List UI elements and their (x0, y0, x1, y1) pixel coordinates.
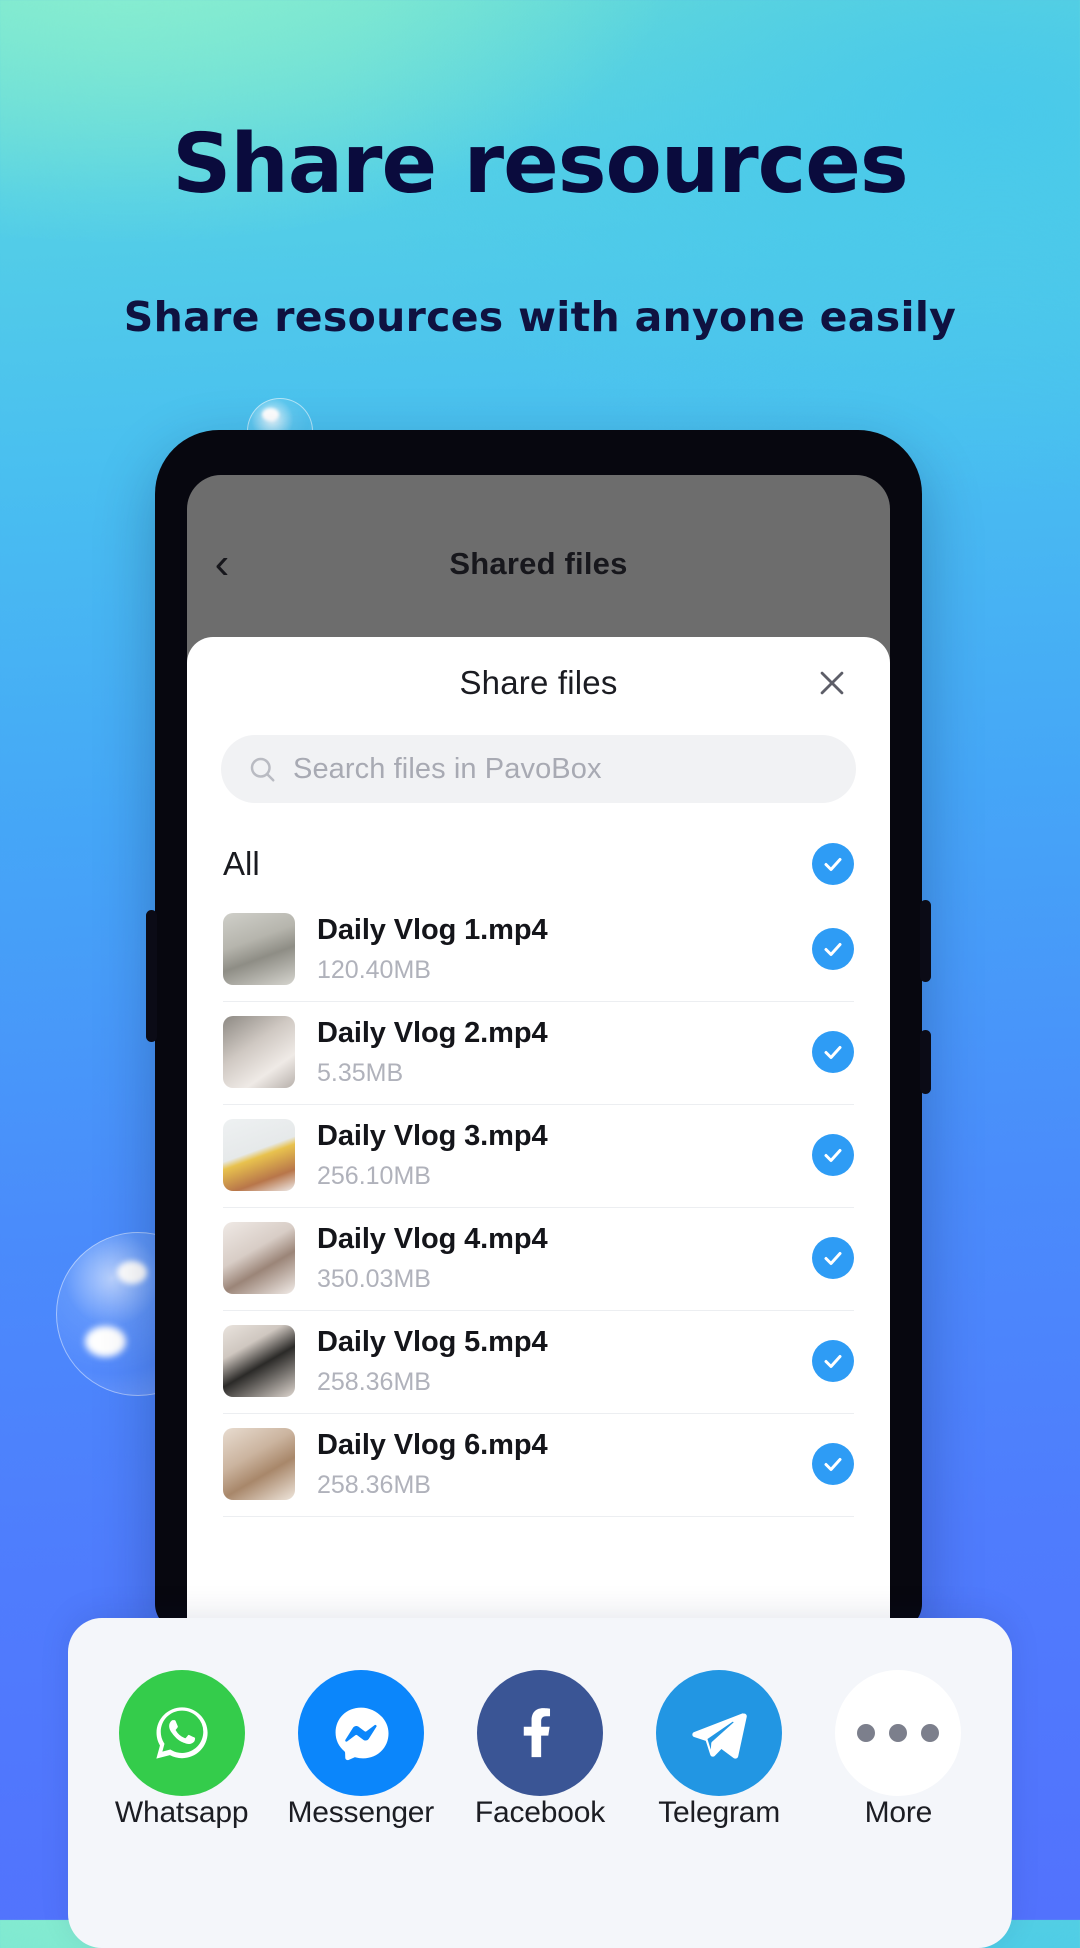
share-files-sheet: Share files Search files in PavoBox All (187, 637, 890, 1630)
file-size: 256.10MB (317, 1161, 431, 1190)
check-circle-icon[interactable] (812, 928, 854, 970)
file-size: 350.03MB (317, 1264, 431, 1293)
search-placeholder: Search files in PavoBox (293, 752, 602, 785)
more-dots-icon (857, 1724, 940, 1742)
search-icon (247, 754, 277, 784)
phone-secondary-button (920, 1030, 931, 1094)
file-row[interactable]: Daily Vlog 3.mp4 256.10MB (223, 1105, 854, 1208)
file-name: Daily Vlog 1.mp4 (317, 913, 548, 946)
file-name: Daily Vlog 5.mp4 (317, 1325, 548, 1358)
file-meta: Daily Vlog 2.mp4 5.35MB (317, 1017, 790, 1088)
file-meta: Daily Vlog 5.mp4 258.36MB (317, 1326, 790, 1397)
phone-screen: ‹ Shared files Share files Search files … (187, 475, 890, 1630)
app-bar: ‹ Shared files (187, 525, 890, 603)
check-circle-icon[interactable] (812, 1134, 854, 1176)
facebook-icon[interactable] (476, 1670, 603, 1796)
app-bar-title: Shared files (449, 546, 628, 581)
file-row[interactable]: Daily Vlog 4.mp4 350.03MB (223, 1208, 854, 1311)
file-row[interactable]: Daily Vlog 6.mp4 258.36MB (223, 1414, 854, 1517)
file-meta: Daily Vlog 6.mp4 258.36MB (317, 1429, 790, 1500)
more-dots-icon[interactable] (835, 1670, 962, 1796)
check-circle-icon[interactable] (812, 1031, 854, 1073)
share-tray: Whatsapp Messenger Facebook Telegram More (68, 1618, 1012, 1948)
file-list: Daily Vlog 1.mp4 120.40MB Daily Vlog 2.mp4… (223, 899, 854, 1517)
close-icon[interactable] (810, 661, 854, 705)
share-target-label: Facebook (474, 1796, 606, 1829)
share-target-more[interactable]: More (818, 1670, 978, 1830)
file-row[interactable]: Daily Vlog 1.mp4 120.40MB (223, 899, 854, 1002)
share-target-facebook[interactable]: Facebook (460, 1670, 620, 1830)
share-target-label: Messenger (287, 1796, 435, 1829)
telegram-icon[interactable] (656, 1670, 783, 1796)
check-circle-icon[interactable] (812, 843, 854, 885)
file-thumbnail (223, 1016, 295, 1088)
file-name: Daily Vlog 2.mp4 (317, 1016, 548, 1049)
check-circle-icon[interactable] (812, 1340, 854, 1382)
file-name: Daily Vlog 6.mp4 (317, 1428, 548, 1461)
file-thumbnail (223, 913, 295, 985)
share-target-label: Telegram (658, 1796, 781, 1829)
search-input[interactable]: Search files in PavoBox (221, 735, 856, 803)
file-name: Daily Vlog 3.mp4 (317, 1119, 548, 1152)
share-target-telegram[interactable]: Telegram (639, 1670, 799, 1830)
file-thumbnail (223, 1119, 295, 1191)
file-size: 120.40MB (317, 955, 431, 984)
share-target-label: More (864, 1796, 933, 1829)
page-title: Share resources (172, 117, 908, 212)
page-subtitle: Share resources with anyone easily (123, 293, 957, 341)
file-meta: Daily Vlog 1.mp4 120.40MB (317, 914, 790, 985)
phone-power-button (920, 900, 931, 982)
share-target-messenger[interactable]: Messenger (281, 1670, 441, 1830)
phone-mockup: ‹ Shared files Share files Search files … (146, 430, 931, 1630)
file-thumbnail (223, 1428, 295, 1500)
check-circle-icon[interactable] (812, 1237, 854, 1279)
file-thumbnail (223, 1325, 295, 1397)
sheet-title: Share files (459, 664, 618, 701)
select-all-row[interactable]: All (223, 829, 854, 899)
check-circle-icon[interactable] (812, 1443, 854, 1485)
file-size: 5.35MB (317, 1058, 404, 1087)
file-row[interactable]: Daily Vlog 5.mp4 258.36MB (223, 1311, 854, 1414)
file-name: Daily Vlog 4.mp4 (317, 1222, 548, 1255)
share-target-label: Whatsapp (114, 1796, 249, 1829)
sheet-header: Share files (187, 637, 890, 729)
select-all-label: All (223, 845, 260, 882)
phone-volume-button (146, 910, 157, 1042)
file-meta: Daily Vlog 3.mp4 256.10MB (317, 1120, 790, 1191)
file-size: 258.36MB (317, 1470, 431, 1499)
file-thumbnail (223, 1222, 295, 1294)
whatsapp-icon[interactable] (118, 1670, 245, 1796)
share-target-whatsapp[interactable]: Whatsapp (102, 1670, 262, 1830)
file-row[interactable]: Daily Vlog 2.mp4 5.35MB (223, 1002, 854, 1105)
file-size: 258.36MB (317, 1367, 431, 1396)
messenger-icon[interactable] (297, 1670, 424, 1796)
file-meta: Daily Vlog 4.mp4 350.03MB (317, 1223, 790, 1294)
